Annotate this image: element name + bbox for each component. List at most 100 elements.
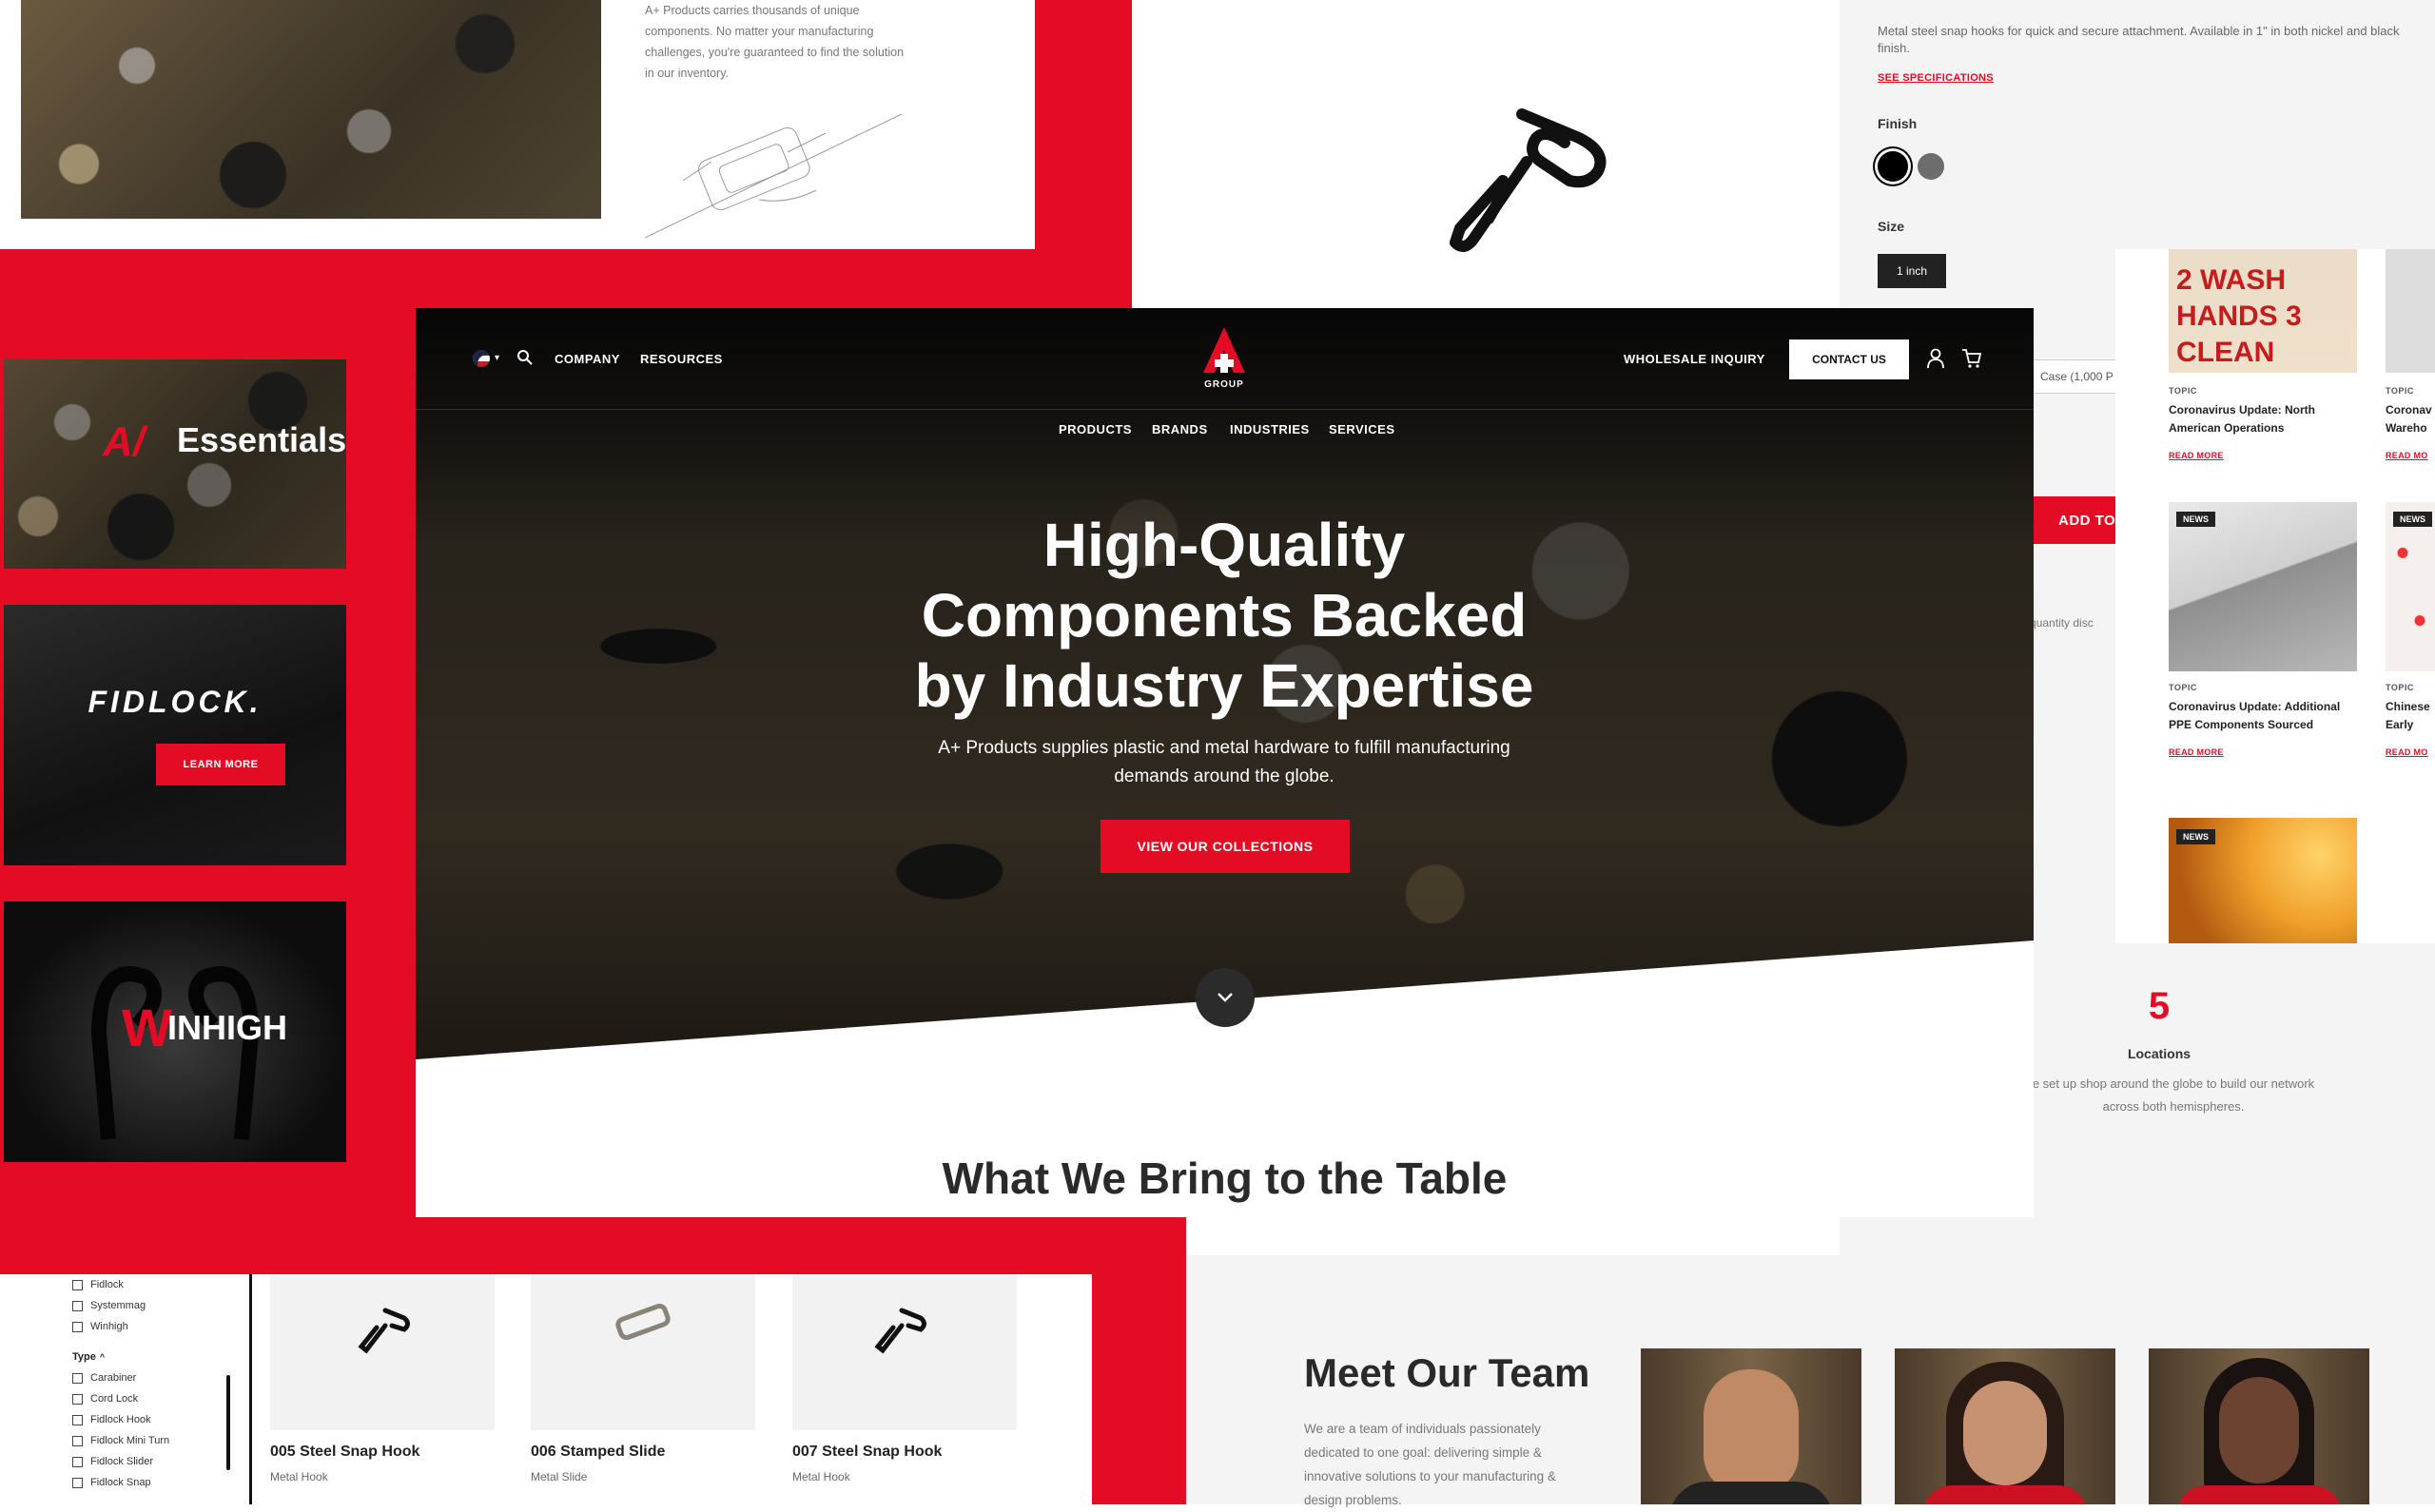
news-title[interactable]: Coronavirus Update: North American Opera… <box>2169 401 2349 437</box>
nav-resources[interactable]: RESOURCES <box>640 352 723 366</box>
news-read-more[interactable]: READ MO <box>2386 747 2428 757</box>
checkbox[interactable] <box>72 1477 83 1488</box>
filter-option-fidlock-slider[interactable]: Fidlock Slider <box>72 1451 244 1472</box>
brand-card-winhigh[interactable]: W INHIGH <box>4 901 346 1162</box>
news-title[interactable]: Chinese Early <box>2386 698 2430 734</box>
filter-option-fidlock-hook[interactable]: Fidlock Hook <box>72 1409 244 1430</box>
fidlock-learn-more-button[interactable]: LEARN MORE <box>156 744 285 785</box>
components-photo <box>21 0 601 219</box>
section-title: What We Bring to the Table <box>942 1153 1508 1203</box>
nav-services[interactable]: SERVICES <box>1329 422 1395 436</box>
news-title[interactable]: Coronav Wareho <box>2386 401 2432 437</box>
brand-card-essentials[interactable]: A/ Essentials <box>4 359 346 569</box>
nav-products[interactable]: PRODUCTS <box>1059 422 1132 436</box>
finish-swatch-nickel[interactable] <box>1918 153 1944 180</box>
product-card[interactable]: 005 Steel Snap Hook Metal Hook <box>270 1274 495 1483</box>
checkbox[interactable] <box>72 1456 83 1467</box>
news-card-image-ppe <box>2169 502 2357 671</box>
filter-option-fidlock[interactable]: Fidlock <box>72 1274 244 1295</box>
news-topic: TOPIC <box>2386 386 2414 396</box>
team-section: Meet Our Team We are a team of individua… <box>1186 1255 2435 1507</box>
hero-website: ▾ COMPANY RESOURCES GROUP WHOLESALE INQU… <box>416 308 2034 1217</box>
finish-swatch-black[interactable] <box>1878 151 1908 182</box>
product-card[interactable]: 007 Steel Snap Hook Metal Hook <box>792 1274 1017 1483</box>
hero-title-line: High-Quality <box>1042 511 1406 579</box>
checkbox[interactable] <box>72 1435 83 1446</box>
checkbox[interactable] <box>72 1279 83 1290</box>
flag-icon[interactable] <box>473 350 490 367</box>
team-member-photo[interactable] <box>2149 1348 2369 1504</box>
hero-title-line: Components Backed <box>921 581 1528 649</box>
news-read-more[interactable]: READ MO <box>2386 451 2428 460</box>
stats-description: e set up shop around the globe to build … <box>2032 1076 2315 1114</box>
hero-subtitle: A+ Products supplies plastic and metal h… <box>938 738 1510 786</box>
filter-option-cord-lock[interactable]: Cord Lock <box>72 1388 244 1409</box>
aplus-logo-icon: A/ <box>103 418 145 465</box>
see-specifications-link[interactable]: SEE SPECIFICATIONS <box>1878 72 1994 84</box>
nav-brands[interactable]: BRANDS <box>1152 422 1208 436</box>
team-member-photo[interactable] <box>1641 1348 1861 1504</box>
red-band-bottom <box>0 1217 1186 1274</box>
winhigh-w-mark: W <box>122 998 172 1057</box>
filter-option-winhigh[interactable]: Winhigh <box>72 1316 244 1337</box>
brand-card-fidlock[interactable]: FIDLOCK. LEARN MORE <box>4 605 346 865</box>
checkbox[interactable] <box>72 1300 83 1311</box>
quantity-note: quantity disc <box>2030 616 2094 630</box>
essentials-logo-text: Essentials <box>177 420 346 459</box>
hero-title: High-Quality Components Backed by Indust… <box>749 510 1700 721</box>
filter-option-fidlock-mini-turn[interactable]: Fidlock Mini Turn <box>72 1430 244 1451</box>
news-card-image-partial <box>2386 502 2435 671</box>
nav-company[interactable]: COMPANY <box>555 352 620 366</box>
news-read-more[interactable]: READ MORE <box>2169 451 2224 460</box>
team-title: Meet Our Team <box>1304 1350 1590 1395</box>
finish-label: Finish <box>1878 116 1918 131</box>
filter-option-systemmag[interactable]: Systemmag <box>72 1295 244 1316</box>
components-blurb: A+ Products carries thousands of unique … <box>645 4 905 80</box>
product-name: 007 Steel Snap Hook <box>792 1444 943 1460</box>
site-logo[interactable]: GROUP <box>1198 325 1251 392</box>
filter-option-carabiner[interactable]: Carabiner <box>72 1367 244 1388</box>
product-listing-panel: Fidlock Systemmag Winhigh Type ^ Carabine… <box>0 1274 1092 1504</box>
filter-label: Fidlock Hook <box>90 1414 151 1425</box>
fidlock-photo <box>4 605 346 865</box>
filter-type-heading[interactable]: Type ^ <box>72 1347 244 1367</box>
nav-industries[interactable]: INDUSTRIES <box>1230 422 1310 436</box>
news-panel: 2 WASH HANDS 3 CLEAN SURFAC TOPIC Corona… <box>2115 249 2435 943</box>
size-option-button[interactable]: 1 inch <box>1878 254 1946 288</box>
wholesale-inquiry-link[interactable]: WHOLESALE INQUIRY <box>1624 352 1765 366</box>
product-card[interactable]: 006 Stamped Slide Metal Slide <box>531 1274 755 1483</box>
stats-number: 5 <box>2148 985 2171 1027</box>
team-description: We are a team of individuals passionatel… <box>1304 1422 1556 1507</box>
header-divider <box>416 409 2034 410</box>
checkbox[interactable] <box>72 1372 83 1384</box>
checkbox[interactable] <box>72 1321 83 1332</box>
avatar-shirt <box>1669 1482 1833 1504</box>
filter-option-fidlock-snap[interactable]: Fidlock Snap <box>72 1472 244 1493</box>
product-description: Metal steel snap hooks for quick and sec… <box>1878 24 2400 55</box>
sidebar-divider <box>249 1274 252 1504</box>
user-icon[interactable] <box>1927 348 1944 369</box>
product-category: Metal Hook <box>270 1470 328 1483</box>
contact-us-button[interactable]: CONTACT US <box>1789 339 1909 379</box>
red-band-top-strip <box>1035 0 1132 314</box>
checkbox[interactable] <box>72 1414 83 1425</box>
avatar <box>1704 1369 1799 1493</box>
search-icon[interactable] <box>516 349 534 366</box>
checkbox[interactable] <box>72 1393 83 1405</box>
avatar <box>2219 1377 2299 1483</box>
news-topic: TOPIC <box>2386 683 2414 692</box>
team-member-photo[interactable] <box>1895 1348 2115 1504</box>
filter-scrollbar[interactable] <box>226 1375 230 1470</box>
buckle-sketch <box>645 113 903 239</box>
news-badge: NEWS <box>2393 512 2432 527</box>
avatar-shirt <box>2177 1485 2341 1504</box>
chevron-down-icon[interactable]: ▾ <box>495 353 499 363</box>
product-category: Metal Hook <box>792 1470 850 1483</box>
cart-icon[interactable] <box>1961 348 1982 369</box>
stats-block <box>2034 995 2435 1255</box>
view-collections-button[interactable]: VIEW OUR COLLECTIONS <box>1101 820 1350 873</box>
size-label: Size <box>1878 219 1905 234</box>
scroll-down-button[interactable] <box>1196 968 1255 1027</box>
news-read-more[interactable]: READ MORE <box>2169 747 2224 757</box>
news-title[interactable]: Coronavirus Update: Additional PPE Compo… <box>2169 698 2359 734</box>
